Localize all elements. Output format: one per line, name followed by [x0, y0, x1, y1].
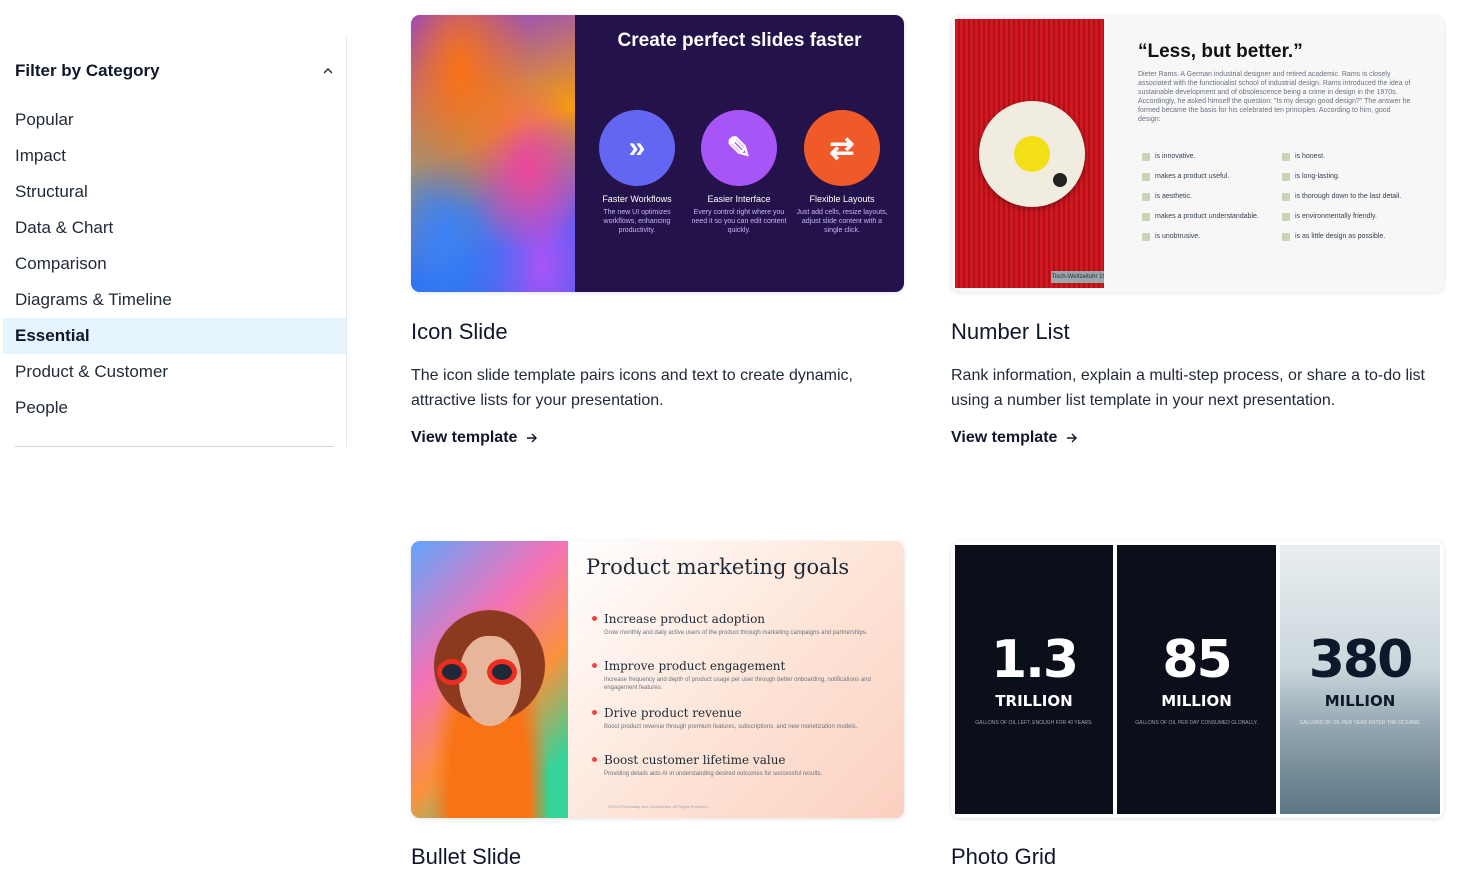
list-item: is long-lasting.: [1282, 173, 1422, 193]
view-template-label: View template: [951, 429, 1058, 446]
thumb-col-label: Faster Workflows: [602, 194, 672, 204]
bullet-item: Drive product revenue Boost product reve…: [592, 706, 889, 731]
thumb-list-left: is innovative. makes a product useful. i…: [1142, 153, 1282, 253]
clock-dial: [979, 101, 1085, 207]
bullet-item: Boost customer lifetime value Providing …: [592, 753, 889, 778]
thumb-heading: Product marketing goals: [586, 555, 850, 579]
list-item: makes a product useful.: [1142, 173, 1282, 193]
list-item: is thorough down to the last detail.: [1282, 193, 1422, 213]
list-item: is aesthetic.: [1142, 193, 1282, 213]
swap-arrows-icon: ⇄: [804, 110, 880, 186]
stat-cell-ocean: 380 MILLION GALLONS OF OIL PER YEAR ENTE…: [1280, 545, 1440, 814]
category-product-customer[interactable]: Product & Customer: [3, 354, 346, 390]
abstract-swirl-image: [411, 15, 575, 292]
bullet-item: Improve product engagement Increase freq…: [592, 659, 889, 692]
sunglasses-lens: [487, 659, 517, 685]
category-essential[interactable]: Essential: [3, 318, 346, 354]
clock-center: [1014, 136, 1050, 172]
category-sidebar: Filter by Category Popular Impact Struct…: [0, 37, 347, 447]
thumb-column: ⇄ Flexible Layouts Just add cells, resiz…: [792, 110, 892, 235]
bullet-slide-thumbnail[interactable]: Product marketing goals Increase product…: [411, 541, 904, 818]
thumb-quote: “Less, but better.”: [1138, 41, 1303, 62]
list-item: is unobtrusive.: [1142, 233, 1282, 253]
category-impact[interactable]: Impact: [3, 138, 346, 174]
card-title[interactable]: Bullet Slide: [411, 844, 521, 870]
thumb-heading: Create perfect slides faster: [617, 30, 862, 51]
category-data-chart[interactable]: Data & Chart: [3, 210, 346, 246]
list-item: is honest.: [1282, 153, 1422, 173]
thumb-footer: ©2024 Proprietary and Confidential. All …: [608, 804, 709, 809]
arrow-right-icon: [527, 433, 538, 443]
view-template-link[interactable]: View template: [951, 429, 1078, 447]
list-item: is innovative.: [1142, 153, 1282, 173]
design-tools-icon: ✎: [701, 110, 777, 186]
filter-title: Filter by Category: [15, 61, 160, 80]
thumb-list-right: is honest. is long-lasting. is thorough …: [1282, 153, 1422, 253]
number-list-thumbnail[interactable]: Tisch-Weltzeituhr 1962 “Less, but better…: [951, 15, 1444, 292]
fast-forward-icon: »: [599, 110, 675, 186]
sunglasses-lens: [437, 659, 467, 685]
number-list-preview: “Less, but better.” Dieter Rams. A Germa…: [1104, 15, 1444, 292]
category-comparison[interactable]: Comparison: [3, 246, 346, 282]
card-description: Rank information, explain a multi-step p…: [951, 367, 1425, 409]
icon-slide-preview: Create perfect slides faster » Faster Wo…: [575, 15, 904, 292]
arrow-right-icon: [1067, 433, 1078, 443]
view-template-link[interactable]: View template: [411, 429, 538, 447]
view-template-label: View template: [411, 429, 518, 446]
bullet-item: Increase product adoption Grow monthly a…: [592, 612, 889, 637]
thumb-col-text: The new UI optimizes workflows, enhancin…: [603, 209, 671, 234]
category-people[interactable]: People: [3, 390, 346, 426]
thumb-column: ✎ Easier Interface Every control right w…: [689, 110, 789, 235]
filter-by-category-toggle[interactable]: Filter by Category: [15, 59, 333, 83]
sidebar-divider: [15, 446, 334, 447]
stat-cell: 1.3 TRILLION GALLONS OF OIL LEFT, ENOUGH…: [955, 545, 1113, 814]
stat-cell: 85 MILLION GALLONS OF OIL PER DAY CONSUM…: [1117, 545, 1276, 814]
thumb-paragraph: Dieter Rams. A German industrial designe…: [1138, 71, 1411, 123]
chevron-up-icon: [323, 68, 333, 74]
list-item: makes a product understandable.: [1142, 213, 1282, 233]
thumb-col-text: Every control right where you need it so…: [691, 209, 787, 234]
card-title[interactable]: Icon Slide: [411, 319, 508, 345]
wall-clock-photo: Tisch-Weltzeituhr 1962: [955, 19, 1113, 288]
category-diagrams-timeline[interactable]: Diagrams & Timeline: [3, 282, 346, 318]
card-description: The icon slide template pairs icons and …: [411, 367, 853, 409]
category-popular[interactable]: Popular: [3, 102, 346, 138]
category-structural[interactable]: Structural: [3, 174, 346, 210]
woman-portrait-photo: [411, 541, 568, 818]
list-item: is as little design as possible.: [1282, 233, 1422, 253]
list-item: is environmentally friendly.: [1282, 213, 1422, 233]
card-title[interactable]: Photo Grid: [951, 844, 1056, 870]
card-title[interactable]: Number List: [951, 319, 1070, 345]
bullet-slide-preview: Product marketing goals Increase product…: [568, 541, 904, 818]
icon-slide-thumbnail[interactable]: Create perfect slides faster » Faster Wo…: [411, 15, 904, 292]
thumb-col-text: Just add cells, resize layouts, adjust s…: [796, 209, 888, 234]
thumb-col-label: Flexible Layouts: [809, 194, 875, 204]
category-list: Popular Impact Structural Data & Chart C…: [3, 102, 346, 426]
photo-grid-thumbnail[interactable]: 1.3 TRILLION GALLONS OF OIL LEFT, ENOUGH…: [951, 541, 1444, 818]
clock-knob: [1053, 173, 1067, 187]
thumb-column: » Faster Workflows The new UI optimizes …: [587, 110, 687, 235]
thumb-col-label: Easier Interface: [707, 194, 771, 204]
